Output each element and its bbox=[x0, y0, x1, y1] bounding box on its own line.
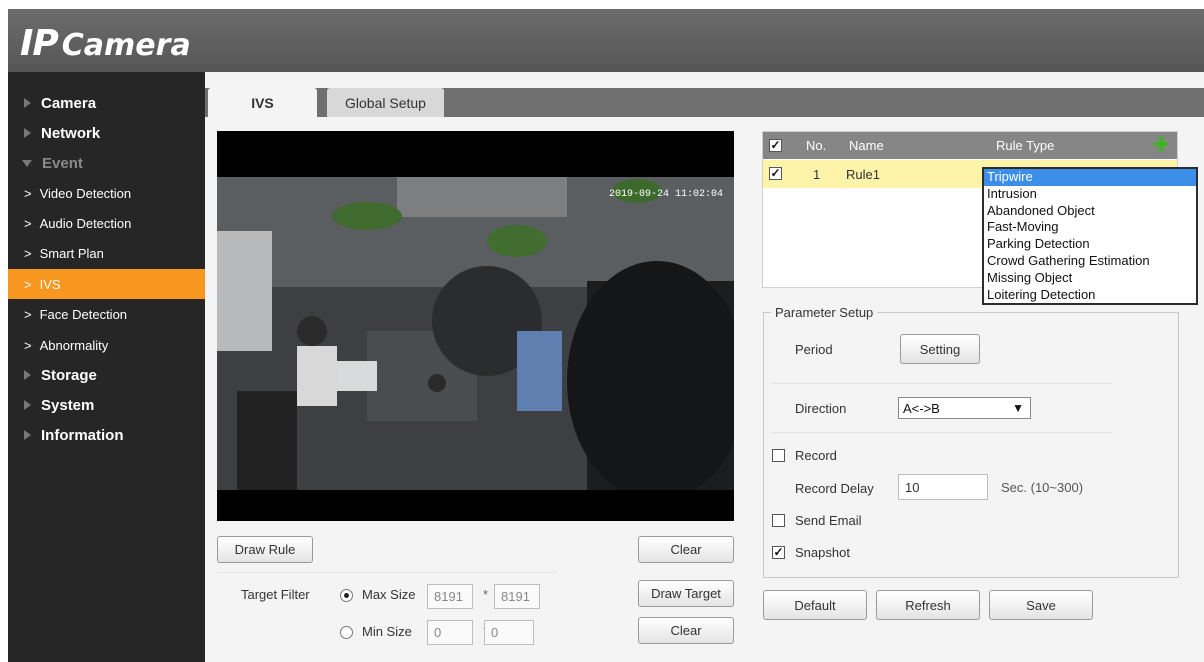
osd-timestamp: 2019-09-24 11:02:04 bbox=[609, 189, 724, 200]
record-delay-label: Record Delay bbox=[795, 481, 874, 496]
nav-audio-detection[interactable]: > Audio Detection bbox=[8, 208, 205, 238]
record-delay-input[interactable]: 10 bbox=[898, 474, 988, 500]
chevron-right-icon: > bbox=[24, 337, 32, 353]
collapse-arrow-icon bbox=[22, 159, 32, 167]
row-name[interactable]: Rule1 bbox=[846, 160, 880, 188]
min-width-input[interactable]: 0 bbox=[427, 620, 473, 645]
expand-arrow-icon bbox=[24, 430, 31, 440]
tab-ivs[interactable]: IVS bbox=[208, 88, 317, 117]
refresh-button[interactable]: Refresh bbox=[876, 590, 980, 620]
option-fast-moving[interactable]: Fast-Moving bbox=[984, 219, 1196, 236]
draw-target-button[interactable]: Draw Target bbox=[638, 580, 734, 607]
option-crowd-gathering[interactable]: Crowd Gathering Estimation bbox=[984, 253, 1196, 270]
nav-abnormality[interactable]: > Abnormality bbox=[8, 330, 205, 360]
direction-select[interactable]: A<->B ▼ bbox=[898, 397, 1031, 419]
option-missing-object[interactable]: Missing Object bbox=[984, 270, 1196, 287]
expand-arrow-icon bbox=[24, 98, 31, 108]
record-delay-hint: Sec. (10~300) bbox=[1001, 480, 1084, 495]
option-loitering-detection[interactable]: Loitering Detection bbox=[984, 287, 1196, 304]
nav-face-detection[interactable]: > Face Detection bbox=[8, 299, 205, 329]
add-rule-icon[interactable]: ✚ bbox=[1153, 136, 1169, 155]
clear-rule-button[interactable]: Clear bbox=[638, 536, 734, 563]
snapshot-label: Snapshot bbox=[795, 545, 850, 560]
col-rule-type: Rule Type bbox=[996, 138, 1055, 153]
nav-network[interactable]: Network bbox=[8, 118, 205, 148]
chevron-right-icon: > bbox=[24, 185, 32, 201]
row-no: 1 bbox=[813, 166, 821, 182]
option-intrusion[interactable]: Intrusion bbox=[984, 186, 1196, 203]
chevron-right-icon: > bbox=[24, 215, 32, 231]
save-button[interactable]: Save bbox=[989, 590, 1093, 620]
nav-ivs[interactable]: > IVS bbox=[8, 269, 205, 299]
draw-rule-button[interactable]: Draw Rule bbox=[217, 536, 313, 563]
send-email-label: Send Email bbox=[795, 513, 862, 528]
min-size-radio[interactable] bbox=[340, 626, 353, 639]
parameter-setup-legend: Parameter Setup bbox=[771, 305, 878, 320]
option-parking-detection[interactable]: Parking Detection bbox=[984, 236, 1196, 253]
col-no: No. bbox=[806, 138, 827, 153]
col-name: Name bbox=[849, 138, 884, 153]
tab-global-setup[interactable]: Global Setup bbox=[327, 88, 444, 117]
times-sign: * bbox=[483, 587, 489, 602]
nav-camera[interactable]: Camera bbox=[8, 88, 205, 118]
option-tripwire[interactable]: Tripwire bbox=[984, 169, 1196, 186]
snapshot-checkbox[interactable]: ✓ bbox=[772, 546, 785, 559]
direction-label: Direction bbox=[795, 401, 847, 416]
max-width-input[interactable]: 8191 bbox=[427, 584, 473, 609]
period-label: Period bbox=[795, 342, 833, 357]
max-size-label: Max Size bbox=[362, 587, 416, 602]
max-height-input[interactable]: 8191 bbox=[494, 584, 540, 609]
nav-information[interactable]: Information bbox=[8, 420, 205, 450]
chevron-right-icon: > bbox=[24, 276, 32, 292]
expand-arrow-icon bbox=[24, 400, 31, 410]
app-logo: IP Camera bbox=[20, 23, 191, 64]
sidebar: Camera Network Event > Video Detection > A… bbox=[8, 72, 205, 662]
nav-video-detection[interactable]: > Video Detection bbox=[8, 178, 205, 208]
chevron-right-icon: > bbox=[24, 245, 32, 261]
record-checkbox[interactable] bbox=[772, 449, 785, 462]
divider bbox=[772, 383, 1112, 384]
nav-system[interactable]: System bbox=[8, 390, 205, 420]
nav-smart-plan[interactable]: > Smart Plan bbox=[8, 238, 205, 268]
record-label: Record bbox=[795, 448, 837, 463]
nav-storage[interactable]: Storage bbox=[8, 360, 205, 390]
nav-event[interactable]: Event bbox=[8, 148, 205, 178]
period-setting-button[interactable]: Setting bbox=[900, 334, 980, 364]
target-filter-label: Target Filter bbox=[241, 587, 310, 602]
send-email-checkbox[interactable] bbox=[772, 514, 785, 527]
expand-arrow-icon bbox=[24, 370, 31, 380]
option-abandoned-object[interactable]: Abandoned Object bbox=[984, 203, 1196, 220]
clear-target-button[interactable]: Clear bbox=[638, 617, 734, 644]
rule-table-header: ✓ No. Name Rule Type ✚ bbox=[763, 132, 1177, 159]
select-all-checkbox[interactable]: ✓ bbox=[769, 139, 782, 152]
row-checkbox[interactable]: ✓ bbox=[769, 167, 782, 180]
max-size-radio[interactable] bbox=[340, 589, 353, 602]
app-header: IP Camera bbox=[8, 9, 1204, 72]
expand-arrow-icon bbox=[24, 128, 31, 138]
video-preview[interactable]: 2019-09-24 11:02:04 bbox=[217, 131, 734, 521]
min-height-input[interactable]: 0 bbox=[484, 620, 534, 645]
chevron-down-icon: ▼ bbox=[1012, 401, 1024, 415]
divider bbox=[772, 432, 1112, 433]
chevron-right-icon: > bbox=[24, 306, 32, 322]
divider bbox=[217, 572, 557, 573]
min-size-label: Min Size bbox=[362, 624, 412, 639]
rule-type-dropdown[interactable]: Tripwire Intrusion Abandoned Object Fast… bbox=[982, 167, 1198, 305]
default-button[interactable]: Default bbox=[763, 590, 867, 620]
